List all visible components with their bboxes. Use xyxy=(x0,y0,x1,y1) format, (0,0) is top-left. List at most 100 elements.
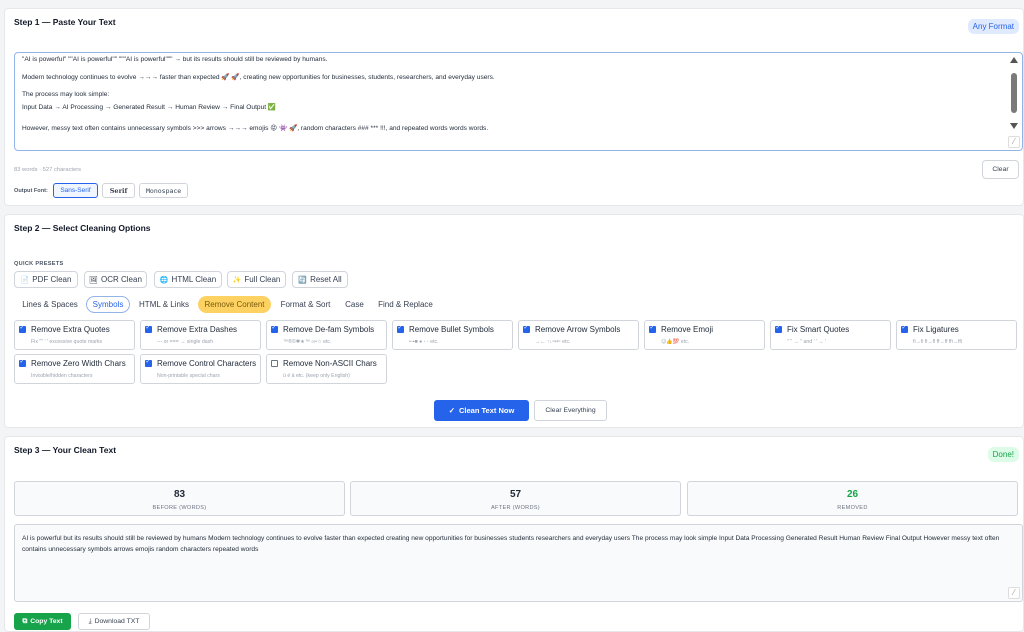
option-desc: --- or === → single dash xyxy=(157,339,214,345)
step3-title: Step 3 — Your Clean Text xyxy=(14,445,117,455)
resize-handle-icon[interactable]: ⁄ xyxy=(1008,587,1020,599)
option-remove-bullet-symbols[interactable]: Remove Bullet Symbols •◦▪■ ● ◦ ◦ etc. xyxy=(392,320,513,350)
copy-label: Copy Text xyxy=(30,618,63,625)
option-desc: →← ↑↓⇒⇐ etc. xyxy=(535,339,571,345)
output-font-label: Output Font: xyxy=(14,188,48,194)
input-line: The process may look simple: xyxy=(22,91,110,98)
step1-title: Step 1 — Paste Your Text xyxy=(14,17,116,27)
option-fix-ligatures[interactable]: Fix Ligatures fi→fi fl→fl ff→ff ffi→ffi xyxy=(896,320,1017,350)
output-text: AI is powerful but its results should st… xyxy=(22,535,1000,553)
option-desc: fi→fi fl→fl ff→ff ffi→ffi xyxy=(913,339,962,345)
stat-value: 83 xyxy=(173,489,186,500)
scroll-down-arrow-icon[interactable] xyxy=(1010,123,1018,129)
tab-format-sort[interactable]: Format & Sort xyxy=(275,296,336,313)
option-desc: Non-printable special chars xyxy=(157,373,220,379)
input-line: However, messy text often contains unnec… xyxy=(22,125,489,132)
option-label: Remove De-fam Symbols xyxy=(283,325,375,334)
checkbox-checked[interactable] xyxy=(397,324,404,333)
input-textarea[interactable]: "AI is powerful" ""AI is powerful"" """A… xyxy=(14,52,1023,151)
font-monospace-button[interactable]: Monospace xyxy=(139,183,188,198)
option-label: Fix Ligatures xyxy=(913,325,959,334)
stat-after: 57 AFTER (WORDS) xyxy=(350,481,681,516)
option-remove-arrow-symbols[interactable]: Remove Arrow Symbols →← ↑↓⇒⇐ etc. xyxy=(518,320,639,350)
clear-button[interactable]: Clear xyxy=(982,160,1019,179)
preset-pdf-clean-button[interactable]: 📄 PDF Clean xyxy=(14,271,78,288)
font-sans-serif-button[interactable]: Sans-Serif xyxy=(53,183,98,198)
option-label: Remove Control Characters xyxy=(157,359,257,368)
stat-label: REMOVED xyxy=(837,505,868,511)
input-scrollbar[interactable] xyxy=(1009,57,1019,139)
option-desc: " " → " and ' ' → ' xyxy=(787,339,827,345)
option-label: Remove Zero Width Chars xyxy=(31,359,126,368)
option-desc: •◦▪■ ● ◦ ◦ etc. xyxy=(409,339,439,345)
option-remove-emoji[interactable]: Remove Emoji 😊👍💯 etc. xyxy=(644,320,765,350)
stat-removed: 26 REMOVED xyxy=(687,481,1018,516)
option-remove-defam-symbols[interactable]: Remove De-fam Symbols ™®©✱★™ ∞•☆ etc. xyxy=(266,320,387,350)
checkbox-checked[interactable] xyxy=(19,324,26,333)
clear-everything-button[interactable]: Clear Everything xyxy=(534,400,607,421)
option-remove-control-characters[interactable]: Remove Control Characters Non-printable … xyxy=(140,354,261,384)
option-remove-zero-width-chars[interactable]: Remove Zero Width Chars Invisible/hidden… xyxy=(14,354,135,384)
checkbox-checked[interactable] xyxy=(145,324,152,333)
resize-handle-icon[interactable]: ⁄ xyxy=(1008,136,1020,148)
checkbox-checked[interactable] xyxy=(145,358,152,367)
scroll-thumb[interactable] xyxy=(1011,73,1017,113)
stat-label: BEFORE (WORDS) xyxy=(152,505,207,511)
option-label: Remove Non-ASCII Chars xyxy=(283,359,377,368)
tab-lines-spaces[interactable]: Lines & Spaces xyxy=(18,296,82,313)
option-label: Remove Emoji xyxy=(661,325,714,334)
step2-card: Step 2 — Select Cleaning Options QUICK P… xyxy=(4,214,1024,428)
step2-title: Step 2 — Select Cleaning Options xyxy=(14,223,151,233)
copy-icon: ⧉ xyxy=(22,617,28,625)
download-icon: ⤓ xyxy=(88,617,92,625)
clean-text-now-button[interactable]: ✓ Clean Text Now xyxy=(434,400,529,421)
preset-label: Reset All xyxy=(310,275,342,284)
check-icon: ✓ xyxy=(448,406,455,415)
preset-full-clean-button[interactable]: ✨ Full Clean xyxy=(227,271,286,288)
output-textarea[interactable]: AI is powerful but its results should st… xyxy=(14,524,1023,602)
preset-reset-all-button[interactable]: 🔄 Reset All xyxy=(292,271,348,288)
checkbox-checked[interactable] xyxy=(649,324,656,333)
checkbox-checked[interactable] xyxy=(271,324,278,333)
stat-value: 57 xyxy=(509,489,522,500)
option-remove-extra-quotes[interactable]: Remove Extra Quotes Fix "" ' ' excessive… xyxy=(14,320,135,350)
download-txt-button[interactable]: ⤓ Download TXT xyxy=(78,613,150,630)
option-remove-non-ascii-chars[interactable]: Remove Non-ASCII Chars ü é ä etc. (keep … xyxy=(266,354,387,384)
preset-ocr-clean-button[interactable]: 🖼 OCR Clean xyxy=(84,271,147,288)
checkbox-checked[interactable] xyxy=(775,324,782,333)
checkbox-checked[interactable] xyxy=(523,324,530,333)
preset-label: Full Clean xyxy=(244,275,281,284)
option-label: Remove Arrow Symbols xyxy=(535,325,621,334)
reset-icon: 🔄 xyxy=(298,276,308,284)
option-fix-smart-quotes[interactable]: Fix Smart Quotes " " → " and ' ' → ' xyxy=(770,320,891,350)
tab-html-links[interactable]: HTML & Links xyxy=(135,296,193,313)
tab-case[interactable]: Case xyxy=(341,296,368,313)
option-label: Remove Extra Quotes xyxy=(31,325,110,334)
font-serif-button[interactable]: Serif xyxy=(102,183,135,198)
preset-html-clean-button[interactable]: 🌐 HTML Clean xyxy=(154,271,222,288)
option-remove-extra-dashes[interactable]: Remove Extra Dashes --- or === → single … xyxy=(140,320,261,350)
input-line: "AI is powerful" ""AI is powerful"" """A… xyxy=(22,56,328,63)
tab-find-replace[interactable]: Find & Replace xyxy=(374,296,437,313)
stat-label: AFTER (WORDS) xyxy=(491,505,540,511)
checkbox-checked[interactable] xyxy=(19,358,26,367)
copy-text-button[interactable]: ⧉ Copy Text xyxy=(14,613,71,630)
option-desc: 😊👍💯 etc. xyxy=(661,339,690,345)
quick-presets-label: QUICK PRESETS xyxy=(14,261,64,267)
download-label: Download TXT xyxy=(94,618,140,625)
option-label: Remove Bullet Symbols xyxy=(409,325,494,334)
checkbox-unchecked[interactable] xyxy=(271,360,278,367)
stat-value: 26 xyxy=(846,489,859,500)
option-desc: ™®©✱★™ ∞•☆ etc. xyxy=(283,339,332,345)
option-desc: Fix "" ' ' excessive quote marks xyxy=(31,339,103,345)
option-label: Remove Extra Dashes xyxy=(157,325,238,334)
preset-label: HTML Clean xyxy=(171,275,217,284)
checkbox-checked[interactable] xyxy=(901,324,908,333)
option-desc: ü é ä etc. (keep only English) xyxy=(283,373,350,379)
document-icon: 📄 xyxy=(20,276,30,284)
option-label: Fix Smart Quotes xyxy=(787,325,850,334)
tab-symbols[interactable]: Symbols xyxy=(86,296,130,313)
scroll-up-arrow-icon[interactable] xyxy=(1010,57,1018,63)
image-icon: 🖼 xyxy=(89,276,98,284)
tab-remove-content[interactable]: Remove Content xyxy=(198,296,271,313)
